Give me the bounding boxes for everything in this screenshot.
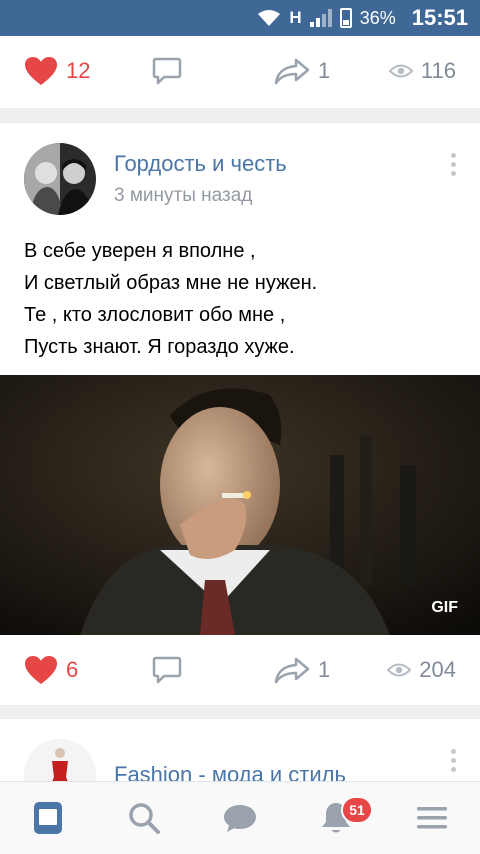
views-count: 116	[420, 58, 456, 83]
share-icon	[274, 657, 310, 684]
post-actions: 12 1 116	[0, 36, 480, 106]
post-text-line: Те , кто злословит обо мне ,	[24, 304, 286, 326]
wifi-icon	[258, 10, 281, 26]
views-counter: 116	[388, 58, 456, 84]
heart-icon	[25, 57, 57, 85]
eye-icon	[388, 64, 413, 78]
comment-icon	[152, 656, 182, 684]
comment-button[interactable]	[152, 655, 182, 685]
share-button[interactable]: 1	[274, 656, 330, 684]
share-count: 1	[318, 657, 331, 682]
gif-media[interactable]: GIF	[0, 375, 480, 635]
post-text-line: Пусть знают. Я гораздо хуже.	[24, 336, 295, 358]
post-card: Fashion - мода и стиль	[0, 719, 480, 789]
signal-icon	[309, 9, 332, 27]
post-header: Гордость и честь 3 минуты назад	[24, 143, 287, 215]
tab-messages[interactable]	[222, 800, 258, 836]
share-icon	[274, 58, 310, 85]
like-count: 6	[66, 657, 79, 682]
battery-icon	[339, 8, 352, 28]
status-bar: H 36% 15:51	[0, 0, 480, 36]
post-card: 12 1 116	[0, 36, 480, 108]
like-button[interactable]: 6	[24, 655, 78, 685]
gif-image	[0, 375, 480, 635]
tab-search[interactable]	[126, 800, 162, 836]
news-icon	[34, 802, 62, 834]
post-text-line: В себе уверен я вполне ,	[24, 240, 256, 262]
eye-icon	[387, 663, 412, 677]
battery-level: 36%	[359, 7, 396, 28]
share-count: 1	[318, 58, 331, 83]
clock: 15:51	[411, 5, 468, 30]
network-type: H	[289, 8, 302, 27]
post-text: В себе уверен я вполне , И светлый образ…	[24, 235, 317, 363]
like-button[interactable]: 12	[24, 56, 90, 86]
tab-news[interactable]	[30, 800, 66, 836]
views-counter: 204	[387, 657, 456, 683]
heart-icon	[25, 656, 57, 684]
more-options-icon[interactable]	[451, 749, 456, 772]
post-time: 3 минуты назад	[114, 185, 253, 206]
tab-menu[interactable]	[414, 800, 450, 836]
post-card: Гордость и честь 3 минуты назад В себе у…	[0, 123, 480, 705]
share-button[interactable]: 1	[274, 57, 330, 85]
gif-label: GIF	[431, 599, 458, 616]
views-count: 204	[419, 657, 456, 682]
search-icon	[129, 803, 160, 834]
like-count: 12	[66, 58, 91, 83]
comment-icon	[152, 57, 182, 85]
comment-button[interactable]	[152, 56, 182, 86]
messages-icon	[224, 805, 256, 832]
bottom-tab-bar	[0, 781, 480, 854]
group-info: Гордость и честь 3 минуты назад	[114, 151, 287, 207]
menu-icon	[417, 807, 447, 829]
group-name[interactable]: Гордость и честь	[114, 151, 287, 177]
more-options-icon[interactable]	[451, 153, 456, 176]
group-avatar[interactable]	[24, 143, 96, 215]
post-text-line: И светлый образ мне не нужен.	[24, 272, 318, 294]
post-actions: 6 1 204	[0, 635, 480, 705]
notifications-badge: 51	[341, 796, 373, 824]
